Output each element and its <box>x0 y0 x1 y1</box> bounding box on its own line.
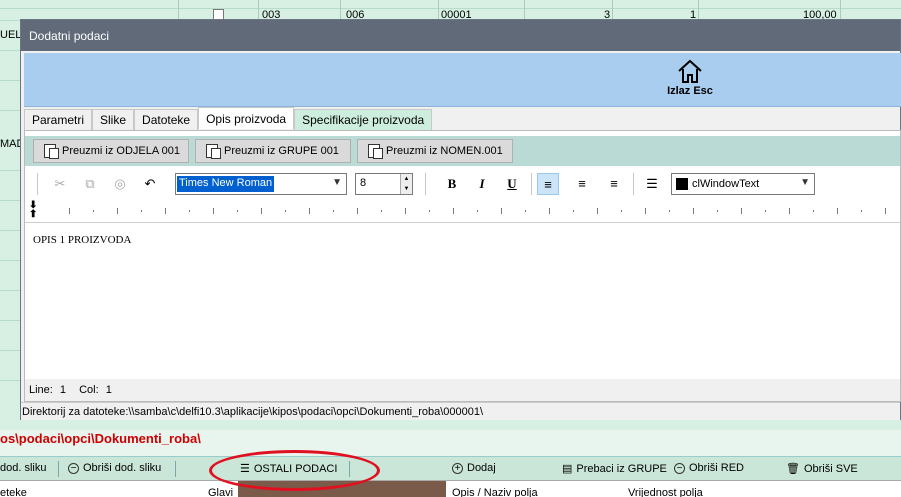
align-right-icon[interactable]: ≡ <box>603 173 625 195</box>
tab-strip: Parametri Slike Datoteke Opis proizvoda … <box>24 107 433 130</box>
dialog-title: Dodatni podaci <box>21 20 900 51</box>
left-column-fragment: UEL <box>0 29 22 41</box>
bottom-toolbar: dod. sliku − Obriši dod. sliku ☰ OSTALI PO… <box>0 456 901 480</box>
import-from-department-button[interactable]: Preuzmi iz ODJELA 001 <box>33 139 189 163</box>
remove-image-button[interactable]: − Obriši dod. sliku <box>68 462 161 474</box>
copy-from-group-label: Prebaci iz GRUPE <box>576 462 667 475</box>
import-from-department-label: Preuzmi iz ODJELA 001 <box>62 145 180 157</box>
bold-button[interactable]: B <box>441 173 463 195</box>
exit-label: Izlaz Esc <box>667 85 713 97</box>
copy-icon[interactable]: ⧉ <box>79 173 101 195</box>
column-header: eteke <box>0 487 27 497</box>
copy-from-group-button[interactable]: ▤ Prebaci iz GRUPE <box>562 462 667 476</box>
copy-document-icon <box>368 144 383 159</box>
font-size-spinner[interactable]: 8 ▲ ▼ <box>355 173 413 195</box>
import-from-nomen-label: Preuzmi iz NOMEN.001 <box>386 145 503 157</box>
description-panel: Preuzmi iz ODJELA 001 Preuzmi iz GRUPE 0… <box>24 130 901 402</box>
chevron-down-icon: ▼ <box>332 177 342 188</box>
import-from-group-button[interactable]: Preuzmi iz GRUPE 001 <box>195 139 351 163</box>
font-color-value: clWindowText <box>692 178 760 190</box>
minus-circle-icon: − <box>68 462 79 474</box>
tab-parameters[interactable]: Parametri <box>24 109 93 130</box>
tab-product-specifications[interactable]: Specifikacije proizvoda <box>294 109 433 130</box>
delete-all-label: Obriši SVE <box>803 462 858 475</box>
tab-product-description[interactable]: Opis proizvoda <box>198 107 295 129</box>
add-label: Dodaj <box>467 462 496 474</box>
cut-icon[interactable]: ✂ <box>49 173 71 195</box>
column-header: Opis / Naziv polja <box>452 487 538 497</box>
add-image-button[interactable]: dod. sliku <box>0 462 46 474</box>
rich-text-editor[interactable]: OPIS 1 PROIZVODA <box>25 224 900 376</box>
font-size-value: 8 <box>360 177 367 189</box>
underline-button[interactable]: U <box>501 173 523 195</box>
paste-icon[interactable]: ◎ <box>109 173 131 195</box>
dialog-banner: Izlaz Esc <box>24 53 901 107</box>
chevron-down-icon: ▼ <box>800 177 810 188</box>
editor-status-bar: Line: 1 Col: 1 <box>25 379 900 401</box>
font-name-value: Times New Roman <box>177 176 275 192</box>
delete-all-button[interactable]: 🗑 Obriši SVE <box>786 462 858 476</box>
remove-image-label: Obriši dod. sliku <box>83 462 162 474</box>
home-icon <box>678 59 702 83</box>
editor-content: OPIS 1 PROIZVODA <box>33 234 132 246</box>
col-value: 1 <box>105 384 112 396</box>
delete-row-button[interactable]: − Obriši RED <box>674 462 744 474</box>
col-label: Col: <box>79 384 99 396</box>
spin-arrows-icon[interactable]: ▲ ▼ <box>400 174 412 194</box>
color-swatch <box>676 178 688 190</box>
add-image-label: dod. sliku <box>0 462 47 474</box>
formatting-toolbar: ✂ ⧉ ◎ ↶ Times New Roman ▼ 8 ▲ ▼ B I U ≡ ≡… <box>25 169 900 199</box>
align-center-icon[interactable]: ≡ <box>571 173 593 195</box>
import-button-bar: Preuzmi iz ODJELA 001 Preuzmi iz GRUPE 0… <box>25 136 900 166</box>
line-value: 1 <box>59 384 67 396</box>
copy-icon: ▤ <box>562 463 573 475</box>
copy-document-icon <box>206 144 221 159</box>
bottom-table-header: eteke Glavi Opis / Naziv polja Vrijednos… <box>0 480 901 497</box>
tab-files[interactable]: Datoteke <box>134 109 199 130</box>
column-header: Vrijednost polja <box>628 487 703 497</box>
files-directory: Direktorij za datoteke:\\samba\c\delfi10… <box>21 402 900 420</box>
additional-data-dialog: Dodatni podaci Izlaz Esc Parametri Slike… <box>20 19 901 420</box>
delete-row-label: Obriši RED <box>689 462 745 474</box>
exit-button[interactable]: Izlaz Esc <box>666 58 714 97</box>
bullets-icon[interactable]: ☰ <box>641 173 663 195</box>
import-from-group-label: Preuzmi iz GRUPE 001 <box>224 145 339 157</box>
add-button[interactable]: + Dodaj <box>452 462 496 474</box>
italic-button[interactable]: I <box>471 173 493 195</box>
minus-circle-icon: − <box>674 462 685 474</box>
align-left-icon[interactable]: ≡ <box>537 173 559 195</box>
tab-images[interactable]: Slike <box>92 109 135 130</box>
documents-path: os\podaci\opci\Dokumenti_roba\ <box>0 431 201 446</box>
indent-marker-icon[interactable]: ⬇ ⬆ <box>29 201 37 220</box>
annotation-ellipse <box>209 450 380 491</box>
plus-circle-icon: + <box>452 462 463 474</box>
font-name-select[interactable]: Times New Roman ▼ <box>175 173 347 195</box>
font-color-select[interactable]: clWindowText ▼ <box>671 173 815 195</box>
copy-document-icon <box>44 144 59 159</box>
undo-icon[interactable]: ↶ <box>139 173 161 195</box>
trash-icon: 🗑 <box>786 463 800 475</box>
ruler[interactable]: ⬇ ⬆ <box>25 201 900 223</box>
column-header: Glavi <box>208 487 234 497</box>
line-label: Line: <box>29 384 53 396</box>
import-from-nomen-button[interactable]: Preuzmi iz NOMEN.001 <box>357 139 513 163</box>
